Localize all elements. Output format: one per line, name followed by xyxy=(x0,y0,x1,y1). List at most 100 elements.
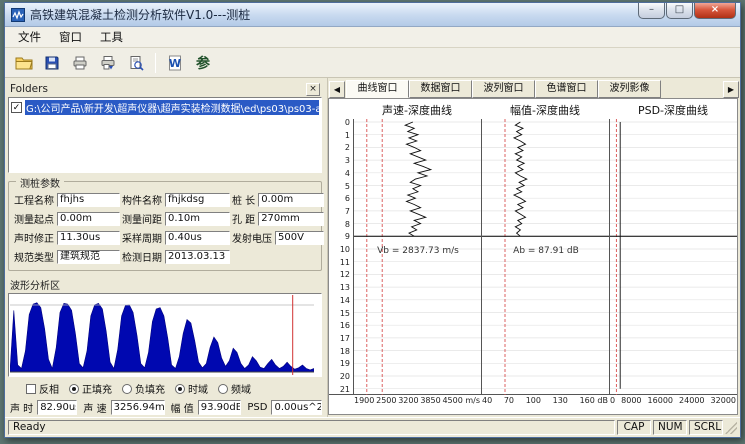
component-name-field[interactable]: fhjkdsg xyxy=(165,193,230,207)
negative-fill-radio[interactable]: 负填充 xyxy=(122,381,165,396)
x-tick-label: 3850 xyxy=(420,396,440,405)
x-tick-label: 16000 xyxy=(648,396,673,405)
window-title: 高铁建筑混凝土检测分析软件V1.0---测桩 xyxy=(30,6,637,23)
tab-waveimage-window[interactable]: 波列影像 xyxy=(598,80,661,98)
pile-params-title: 测桩参数 xyxy=(16,175,64,190)
radio-indicator-icon xyxy=(175,384,185,394)
x-tick-label: 4500 m/s xyxy=(442,396,480,405)
close-button[interactable]: × xyxy=(694,3,736,19)
chart-title: 幅值-深度曲线 xyxy=(481,101,609,119)
chart-canvas[interactable]: Vb = 2837.73 m/s xyxy=(354,119,482,395)
depth-tick-label: 11 xyxy=(340,258,350,267)
print-setup-button[interactable] xyxy=(95,50,121,75)
time-domain-label: 时域 xyxy=(188,381,208,396)
field-label: 采样周期 xyxy=(122,230,162,245)
amplitude-depth-chart[interactable]: Ab = 87.91 dB xyxy=(481,119,609,395)
x-tick-label: 2500 xyxy=(376,396,396,405)
folders-list[interactable]: ✓ G:\公司产品\新开发\超声仪器\超声实装检测数据\ed\ps03\ps03… xyxy=(8,97,322,173)
chart-canvas[interactable]: Ab = 87.91 dB xyxy=(482,119,610,395)
positive-fill-radio[interactable]: 正填充 xyxy=(69,381,112,396)
x-tick-label: 40 xyxy=(482,396,492,405)
tab-scroll-left-button[interactable]: ◀ xyxy=(329,81,345,98)
velocity-x-ticks: 19002500320038504500 m/s xyxy=(353,395,481,406)
time-domain-radio[interactable]: 时域 xyxy=(175,381,208,396)
psd-field[interactable]: 0.00us^2/m xyxy=(271,400,322,415)
status-message: Ready xyxy=(8,420,615,435)
hole-distance-field[interactable]: 270mm xyxy=(258,212,324,226)
reference-char-icon: 参 xyxy=(196,53,210,73)
depth-tick-label: 5 xyxy=(345,182,350,191)
measure-interval-field[interactable]: 0.10m xyxy=(165,212,230,226)
amplitude-field[interactable]: 93.90dB xyxy=(198,400,242,415)
chart-title: PSD-深度曲线 xyxy=(609,101,737,119)
field-label: 规范类型 xyxy=(14,249,54,264)
chart-titles-row: 声速-深度曲线 幅值-深度曲线 PSD-深度曲线 xyxy=(353,101,737,119)
field-label: 桩 长 xyxy=(232,192,255,207)
folder-checkbox[interactable]: ✓ xyxy=(11,102,22,113)
radio-indicator-icon xyxy=(122,384,132,394)
tab-wavelist-window[interactable]: 波列窗口 xyxy=(472,80,535,98)
chart-canvas[interactable] xyxy=(610,119,738,395)
menu-item-file[interactable]: 文件 xyxy=(9,27,50,47)
save-button[interactable] xyxy=(39,50,65,75)
resize-grip[interactable] xyxy=(725,422,737,434)
toolbar: W 参 xyxy=(5,48,740,78)
invert-checkbox[interactable]: 反相 xyxy=(26,381,59,396)
negative-fill-label: 负填充 xyxy=(135,381,165,396)
print-preview-button[interactable] xyxy=(123,50,149,75)
app-window: 高铁建筑混凝土检测分析软件V1.0---测桩 – □ × 文件 窗口 工具 W xyxy=(4,2,741,438)
pile-length-field[interactable]: 0.00m xyxy=(258,193,324,207)
sound-time-label: 声 时 xyxy=(10,400,33,415)
waveform-plot[interactable] xyxy=(8,293,322,377)
main-area: Folders × ✓ G:\公司产品\新开发\超声仪器\超声实装检测数据\ed… xyxy=(5,78,740,417)
sample-period-field[interactable]: 0.40us xyxy=(165,231,230,245)
positive-fill-label: 正填充 xyxy=(82,381,112,396)
tab-curve-window[interactable]: 曲线窗口 xyxy=(346,80,409,98)
field-label: 工程名称 xyxy=(14,192,54,207)
tab-scroll-right-button[interactable]: ▶ xyxy=(723,81,739,98)
folder-path-label: G:\公司产品\新开发\超声仪器\超声实装检测数据\ed\ps03\ps03-a… xyxy=(25,100,319,115)
psd-depth-chart[interactable] xyxy=(609,119,737,395)
maximize-button[interactable]: □ xyxy=(666,3,693,19)
window-controls: – □ × xyxy=(637,3,736,19)
title-bar[interactable]: 高铁建筑混凝土检测分析软件V1.0---测桩 – □ × xyxy=(5,3,740,27)
tab-spectrum-window[interactable]: 色谱窗口 xyxy=(535,80,598,98)
tab-data-window[interactable]: 数据窗口 xyxy=(409,80,472,98)
chart-title: 声速-深度曲线 xyxy=(353,101,481,119)
x-tick-label: 24000 xyxy=(679,396,704,405)
project-name-field[interactable]: fhjhs xyxy=(57,193,120,207)
open-file-button[interactable] xyxy=(11,50,37,75)
x-tick-label: 100 xyxy=(526,396,541,405)
menu-item-tools[interactable]: 工具 xyxy=(91,27,132,47)
depth-tick-label: 3 xyxy=(345,156,350,165)
velocity-depth-chart[interactable]: Vb = 2837.73 m/s xyxy=(353,119,481,395)
time-correction-field[interactable]: 11.30us xyxy=(57,231,120,245)
depth-tick-label: 7 xyxy=(345,207,350,216)
folder-list-item[interactable]: ✓ G:\公司产品\新开发\超声仪器\超声实装检测数据\ed\ps03\ps03… xyxy=(10,99,320,116)
word-export-button[interactable]: W xyxy=(162,50,188,75)
start-depth-field[interactable]: 0.00m xyxy=(57,212,120,226)
menu-item-window[interactable]: 窗口 xyxy=(50,27,91,47)
sound-time-field[interactable]: 82.90us xyxy=(37,400,77,415)
test-date-field[interactable]: 2013.03.13 xyxy=(165,250,230,264)
radio-indicator-icon xyxy=(69,384,79,394)
depth-tick-label: 4 xyxy=(345,169,350,178)
caps-lock-indicator: CAP xyxy=(617,420,651,435)
folders-close-button[interactable]: × xyxy=(306,83,320,96)
reference-button[interactable]: 参 xyxy=(190,50,216,75)
print-button[interactable] xyxy=(67,50,93,75)
sound-speed-field[interactable]: 3256.94m/s xyxy=(111,400,165,415)
freq-domain-label: 频域 xyxy=(231,381,251,396)
spec-type-select[interactable]: 建筑规范 xyxy=(57,250,120,264)
pile-params-grid: 工程名称fhjhs 构件名称fhjkdsg 桩 长0.00m 测量起点0.00m… xyxy=(9,182,321,270)
emit-voltage-field[interactable]: 500V xyxy=(275,231,324,245)
field-label: 测量起点 xyxy=(14,211,54,226)
x-tick-label: 32000 xyxy=(711,396,736,405)
minimize-button[interactable]: – xyxy=(638,3,665,19)
printer-setup-icon xyxy=(100,55,116,71)
depth-tick-label: 21 xyxy=(340,385,350,394)
chart-annotation: Vb = 2837.73 m/s xyxy=(377,246,459,256)
freq-domain-radio[interactable]: 频域 xyxy=(218,381,251,396)
x-tick-label: 8000 xyxy=(621,396,641,405)
app-icon xyxy=(11,8,25,22)
